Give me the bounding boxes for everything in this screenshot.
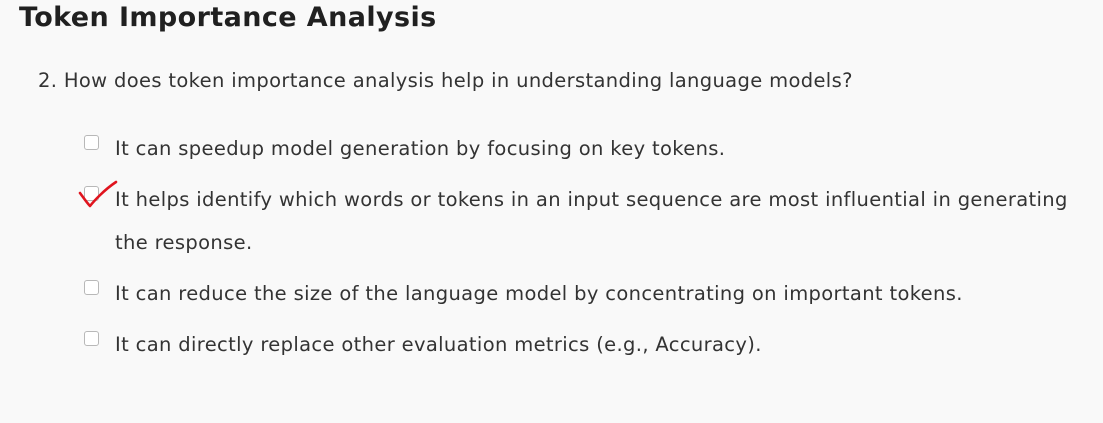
option-label: It can directly replace other evaluation… [115, 333, 762, 356]
option-2[interactable]: It helps identify which words or tokens … [84, 178, 1094, 264]
checkbox-icon[interactable] [84, 135, 99, 150]
answer-options: It can speedup model generation by focus… [84, 127, 1094, 374]
option-label: It helps identify which words or tokens … [115, 188, 1068, 254]
section-title: Token Importance Analysis [19, 2, 437, 33]
option-label: It can reduce the size of the language m… [115, 282, 963, 305]
option-4[interactable]: It can directly replace other evaluation… [84, 323, 1094, 366]
option-3[interactable]: It can reduce the size of the language m… [84, 272, 1094, 315]
checkbox-icon[interactable] [84, 331, 99, 346]
checkbox-icon[interactable] [84, 280, 99, 295]
question-text: 2. How does token importance analysis he… [38, 69, 853, 92]
option-1[interactable]: It can speedup model generation by focus… [84, 127, 1094, 170]
option-label: It can speedup model generation by focus… [115, 137, 726, 160]
checkbox-icon[interactable] [84, 186, 99, 201]
